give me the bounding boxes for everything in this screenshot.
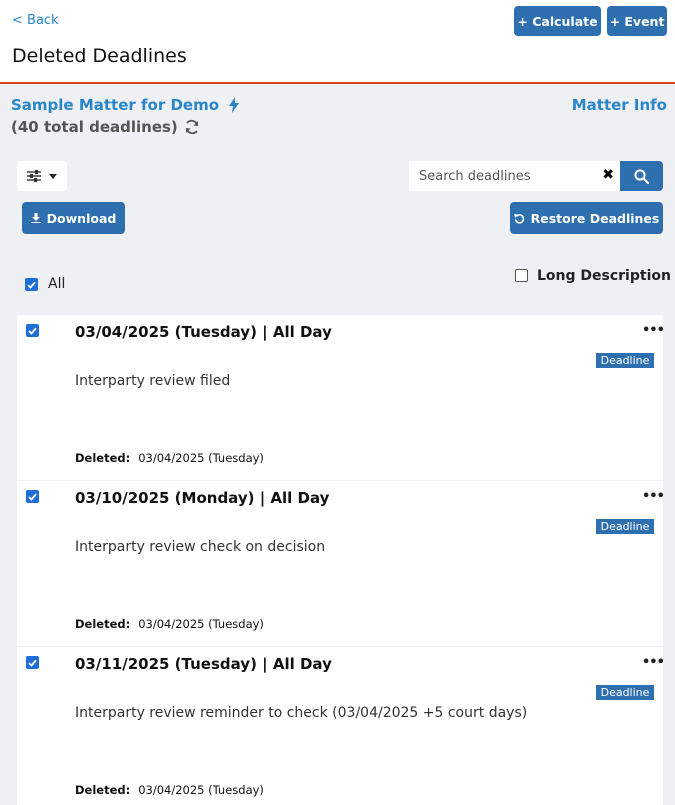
- deadline-description: Interparty review check on decision: [75, 539, 326, 555]
- deadline-count-text: (40 total deadlines): [11, 118, 178, 136]
- lightning-bolt-icon: [229, 97, 240, 113]
- matter-info-link[interactable]: Matter Info: [572, 96, 667, 114]
- deleted-label: Deleted:: [75, 617, 131, 631]
- search-input[interactable]: [409, 168, 594, 184]
- deadline-date: 03/10/2025 (Monday) | All Day: [75, 489, 330, 507]
- back-link[interactable]: < Back: [12, 13, 59, 28]
- caret-down-icon: [49, 173, 57, 179]
- search-button[interactable]: [620, 161, 663, 191]
- long-description-checkbox[interactable]: [515, 269, 528, 282]
- filter-dropdown-button[interactable]: [17, 161, 67, 191]
- restore-label: Restore Deadlines: [530, 210, 660, 226]
- restore-deadlines-button[interactable]: Restore Deadlines: [510, 202, 663, 234]
- deleted-info: Deleted: 03/04/2025 (Tuesday): [75, 451, 264, 465]
- deadline-card: 03/11/2025 (Tuesday) | All Day ••• Deadl…: [17, 647, 665, 805]
- deadline-type-badge: Deadline: [596, 685, 654, 700]
- deadline-date: 03/11/2025 (Tuesday) | All Day: [75, 655, 332, 673]
- deleted-info: Deleted: 03/04/2025 (Tuesday): [75, 617, 264, 631]
- deadline-card: 03/04/2025 (Tuesday) | All Day ••• Deadl…: [17, 315, 665, 480]
- more-options-icon[interactable]: •••: [642, 323, 665, 338]
- download-icon: [30, 213, 41, 223]
- deadline-checkbox[interactable]: [26, 490, 39, 503]
- long-description-label: Long Description: [537, 268, 671, 284]
- matter-name: Sample Matter for Demo: [11, 96, 220, 114]
- search-icon: [634, 168, 649, 184]
- deadline-description: Interparty review filed: [75, 373, 231, 389]
- select-all-checkbox[interactable]: [25, 278, 38, 291]
- more-options-icon[interactable]: •••: [642, 489, 665, 504]
- deleted-info: Deleted: 03/04/2025 (Tuesday): [75, 783, 264, 797]
- sliders-icon: [27, 170, 41, 182]
- deadline-card: 03/10/2025 (Monday) | All Day ••• Deadli…: [17, 481, 665, 646]
- select-all-label: All: [48, 276, 66, 292]
- deleted-label: Deleted:: [75, 451, 131, 465]
- refresh-icon[interactable]: [184, 119, 200, 135]
- undo-icon: [513, 213, 524, 224]
- page-title: Deleted Deadlines: [12, 45, 187, 67]
- deadline-date: 03/04/2025 (Tuesday) | All Day: [75, 323, 332, 341]
- deleted-date: 03/04/2025 (Tuesday): [138, 451, 264, 465]
- deleted-date: 03/04/2025 (Tuesday): [138, 617, 264, 631]
- calculate-button[interactable]: + Calculate: [514, 6, 601, 36]
- download-label: Download: [46, 210, 117, 226]
- deadline-description: Interparty review reminder to check (03/…: [75, 705, 528, 721]
- page-header: < Back Deleted Deadlines + Calculate + E…: [0, 0, 675, 84]
- matter-name-link[interactable]: Sample Matter for Demo: [11, 96, 240, 114]
- deadline-checkbox[interactable]: [26, 324, 39, 337]
- more-options-icon[interactable]: •••: [642, 655, 665, 670]
- add-event-button[interactable]: + Event: [607, 6, 667, 36]
- deadline-checkbox[interactable]: [26, 656, 39, 669]
- search-box: ✖: [409, 161, 620, 191]
- download-button[interactable]: Download: [22, 202, 125, 234]
- deadline-type-badge: Deadline: [596, 519, 654, 534]
- deadline-count: (40 total deadlines): [11, 118, 200, 136]
- deadline-type-badge: Deadline: [596, 353, 654, 368]
- clear-search-icon[interactable]: ✖: [602, 167, 614, 183]
- deleted-date: 03/04/2025 (Tuesday): [138, 783, 264, 797]
- deleted-label: Deleted:: [75, 783, 131, 797]
